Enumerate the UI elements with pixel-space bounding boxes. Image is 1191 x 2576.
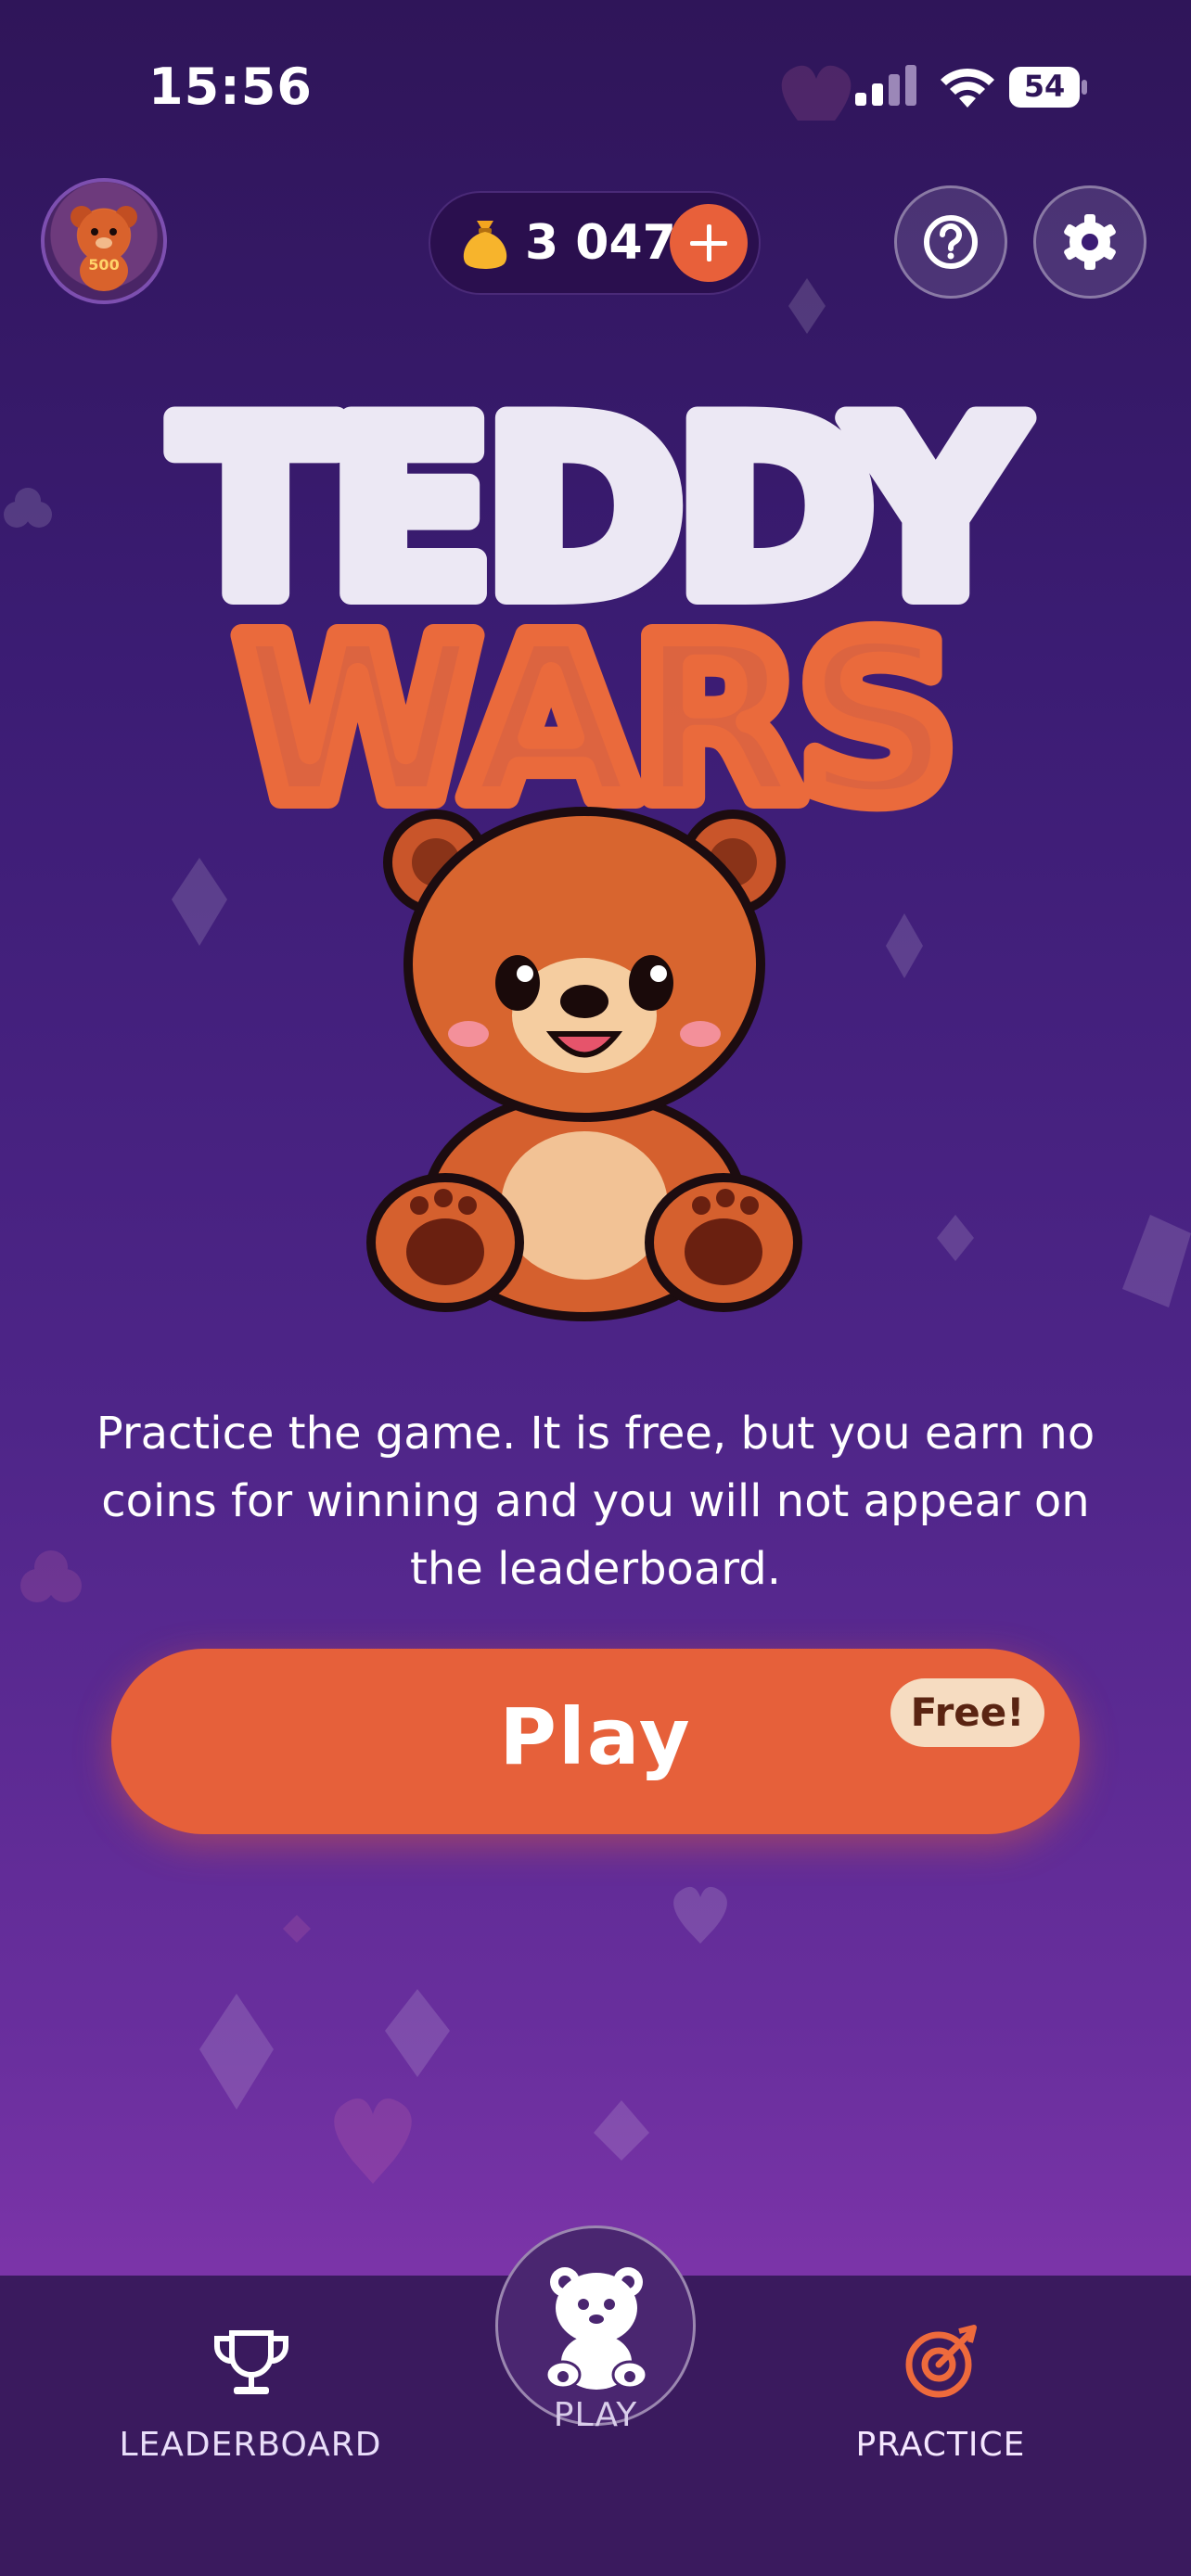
help-button[interactable]: [894, 185, 1007, 299]
money-bag-icon: [463, 221, 507, 269]
free-badge: Free!: [890, 1678, 1044, 1747]
question-icon: [924, 215, 978, 269]
trophy-icon: [213, 2330, 289, 2394]
avatar[interactable]: 500: [41, 178, 167, 304]
tab-leaderboard-label: LEADERBOARD: [119, 2426, 382, 2464]
cellular-signal-icon: [855, 65, 916, 106]
battery-level: 54: [1023, 69, 1066, 104]
target-icon: [905, 2325, 977, 2398]
avatar-badge: 500: [88, 256, 120, 274]
tab-play-label[interactable]: PLAY: [456, 2396, 735, 2434]
teddy-bear-illustration: [366, 807, 802, 1321]
gear-icon: [1064, 214, 1116, 270]
settings-button[interactable]: [1033, 185, 1146, 299]
play-button[interactable]: Play Free!: [111, 1649, 1080, 1834]
plus-icon: [690, 224, 727, 261]
add-coins-button[interactable]: [670, 204, 748, 282]
tab-practice-label: PRACTICE: [855, 2426, 1026, 2464]
status-time: 15:56: [148, 57, 313, 116]
bear-icon: [544, 2267, 648, 2390]
practice-description: Practice the game. It is free, but you e…: [96, 1408, 1095, 1595]
tab-leaderboard[interactable]: LEADERBOARD: [111, 2318, 390, 2467]
wifi-icon: [941, 68, 994, 108]
game-logo: TEDDY WARS: [162, 362, 1046, 844]
avatar-bear-icon: [70, 206, 137, 291]
coin-count: 3 047: [525, 215, 676, 271]
battery-icon: 54: [1009, 67, 1089, 108]
tab-practice[interactable]: PRACTICE: [801, 2318, 1080, 2467]
